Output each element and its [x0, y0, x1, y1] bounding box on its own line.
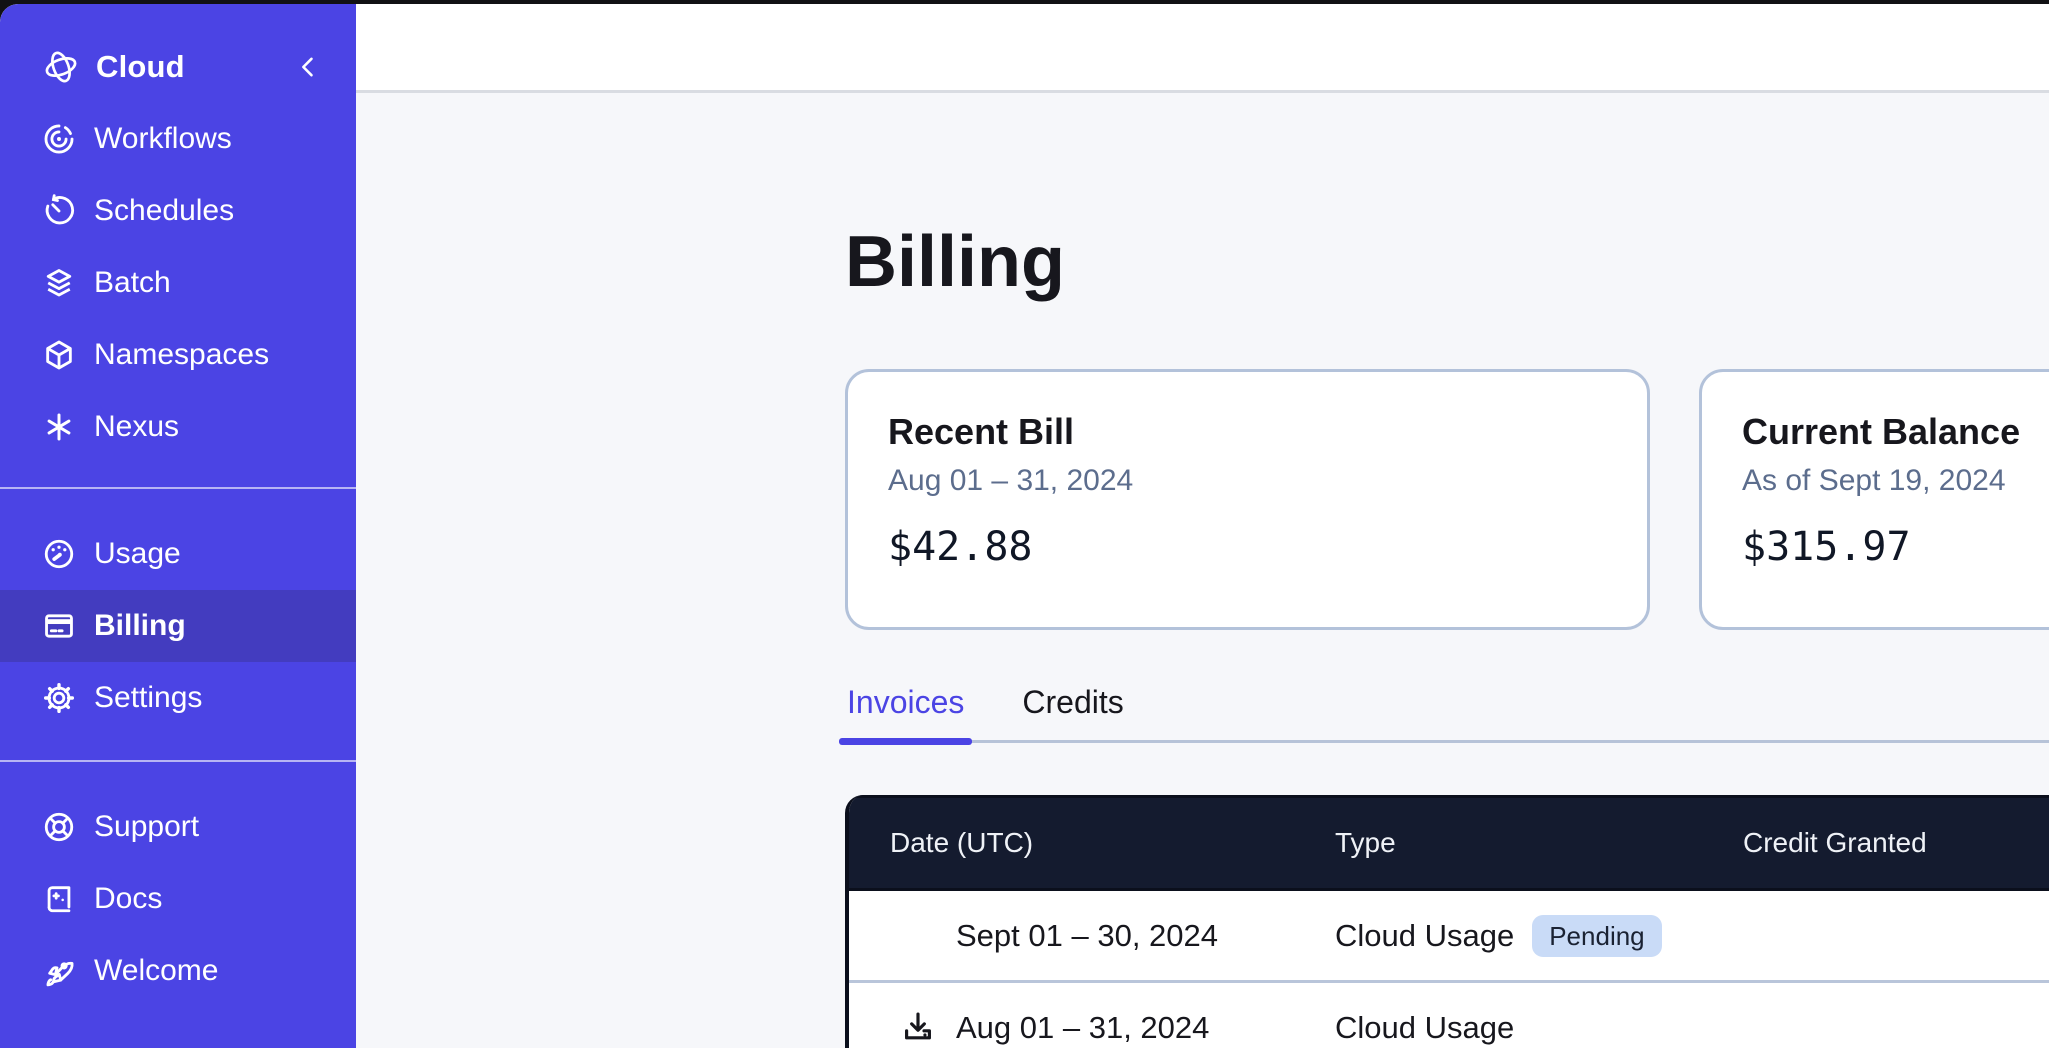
column-header-type: Type: [1335, 827, 1743, 859]
card-amount: $42.88: [888, 524, 1607, 570]
sidebar-item-label: Batch: [94, 266, 171, 300]
sidebar-item-label: Schedules: [94, 194, 234, 228]
sidebar-item-billing[interactable]: Billing: [0, 590, 356, 662]
card-title: Recent Bill: [888, 410, 1607, 454]
sidebar-item-batch[interactable]: Batch: [0, 247, 356, 319]
recent-bill-card: Recent Bill Aug 01 – 31, 2024 $42.88: [845, 369, 1650, 630]
invoice-type: Cloud Usage: [1335, 1010, 1514, 1046]
download-icon[interactable]: [899, 1009, 937, 1047]
sidebar-item-schedules[interactable]: Schedules: [0, 175, 356, 247]
card-period: Aug 01 – 31, 2024: [888, 462, 1607, 500]
sidebar-item-label: Support: [94, 810, 199, 844]
welcome-rocket-icon: [42, 954, 76, 988]
sidebar-item-settings[interactable]: Settings: [0, 662, 356, 734]
docs-icon: [42, 882, 76, 916]
sidebar-divider: [0, 760, 356, 762]
column-header-date: Date (UTC): [849, 827, 1335, 859]
invoices-table: Date (UTC) Type Credit Granted Sept 01 –…: [845, 795, 2049, 1048]
collapse-sidebar-button[interactable]: [294, 53, 322, 81]
sidebar-item-label: Namespaces: [94, 338, 269, 372]
current-balance-card: Current Balance As of Sept 19, 2024 $315…: [1699, 369, 2049, 630]
sidebar-item-label: Usage: [94, 537, 181, 571]
table-row: Sept 01 – 30, 2024 Cloud Usage Pending: [849, 891, 2049, 983]
status-badge: Pending: [1532, 915, 1661, 957]
sidebar-item-label: Settings: [94, 681, 202, 715]
sidebar-item-usage[interactable]: Usage: [0, 518, 356, 590]
settings-icon: [42, 681, 76, 715]
temporal-logo-icon: [42, 48, 80, 86]
main-content: Billing Recent Bill Aug 01 – 31, 2024 $4…: [356, 93, 2049, 1048]
brand-row: Cloud: [0, 31, 356, 103]
billing-icon: [42, 609, 76, 643]
invoice-type: Cloud Usage: [1335, 918, 1514, 954]
support-icon: [42, 810, 76, 844]
card-period: As of Sept 19, 2024: [1742, 462, 2049, 500]
sidebar-divider: [0, 487, 356, 489]
app-window: Cloud Workflows: [0, 4, 2049, 1048]
invoice-date: Aug 01 – 31, 2024: [956, 1010, 1209, 1046]
invoice-type-cell: Cloud Usage: [1335, 1010, 1743, 1046]
sidebar-item-nexus[interactable]: Nexus: [0, 391, 356, 463]
workflows-icon: [42, 122, 76, 156]
sidebar-item-support[interactable]: Support: [0, 791, 356, 863]
tab-credits[interactable]: Credits: [1016, 682, 1129, 740]
table-header-row: Date (UTC) Type Credit Granted: [849, 795, 2049, 891]
sidebar-item-namespaces[interactable]: Namespaces: [0, 319, 356, 391]
sidebar-item-label: Welcome: [94, 954, 218, 988]
namespaces-icon: [42, 338, 76, 372]
invoice-date-cell: Sept 01 – 30, 2024: [849, 917, 1335, 955]
sidebar-item-label: Workflows: [94, 122, 232, 156]
invoice-date-cell: Aug 01 – 31, 2024: [849, 1009, 1335, 1047]
usage-icon: [42, 537, 76, 571]
nexus-icon: [42, 410, 76, 444]
card-title: Current Balance: [1742, 410, 2049, 454]
sidebar-item-label: Docs: [94, 882, 162, 916]
billing-tabs: Invoices Credits: [845, 682, 2049, 743]
column-header-credit-granted: Credit Granted: [1743, 827, 2049, 859]
invoice-date: Sept 01 – 30, 2024: [956, 918, 1218, 954]
invoice-type-cell: Cloud Usage Pending: [1335, 915, 1743, 957]
sidebar-item-welcome[interactable]: Welcome: [0, 935, 356, 1007]
sidebar-item-label: Nexus: [94, 410, 179, 444]
sidebar-item-label: Billing: [94, 609, 186, 643]
brand-label: Cloud: [96, 49, 185, 85]
card-amount: $315.97: [1742, 524, 2049, 570]
sidebar-item-workflows[interactable]: Workflows: [0, 103, 356, 175]
schedules-icon: [42, 194, 76, 228]
billing-summary-cards: Recent Bill Aug 01 – 31, 2024 $42.88 Cur…: [845, 369, 2049, 630]
page-title: Billing: [845, 217, 2049, 307]
batch-icon: [42, 266, 76, 300]
table-row: Aug 01 – 31, 2024 Cloud Usage: [849, 983, 2049, 1048]
tab-invoices[interactable]: Invoices: [841, 682, 970, 740]
sidebar-item-docs[interactable]: Docs: [0, 863, 356, 935]
sidebar: Cloud Workflows: [0, 4, 356, 1048]
top-bar: [356, 4, 2049, 93]
